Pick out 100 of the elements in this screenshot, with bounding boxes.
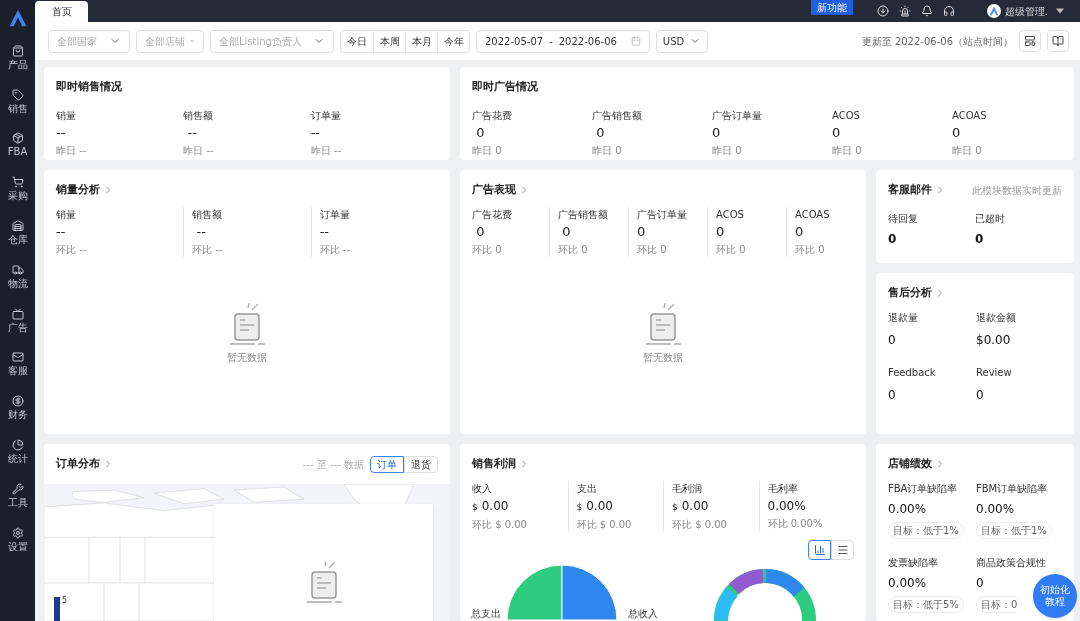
sidebar-item[interactable]: 仓库 (0, 211, 35, 255)
metric-value: $0.00 (976, 331, 1012, 349)
layout-icon[interactable] (1024, 35, 1036, 47)
download-icon[interactable] (876, 5, 889, 17)
mail-icon (11, 351, 24, 364)
headset-icon[interactable] (942, 5, 955, 17)
metric-label: FBM订单缺陷率 (976, 481, 1048, 496)
metric-label: 退款金额 (976, 310, 1017, 325)
truck-icon (11, 263, 24, 276)
bar-chart-icon[interactable] (813, 543, 826, 556)
book-button[interactable] (1047, 30, 1069, 52)
sidebar-item[interactable]: 物流 (0, 255, 35, 299)
metric-label: 销售额 (183, 108, 215, 123)
metric-value: 0.00% (888, 500, 927, 518)
metric-label: 已超时 (975, 211, 1006, 226)
metric-comparison: 环比 $ 0.00 (472, 517, 528, 532)
sidebar-item[interactable]: FBA (0, 123, 35, 168)
metric-value: -- (56, 124, 67, 141)
metric-label: ACOS (832, 108, 861, 123)
metric-label: 支出 (576, 481, 598, 496)
logo-icon (988, 6, 999, 16)
card-title[interactable]: 客服邮件 (888, 182, 932, 199)
metric-value: -- (186, 124, 198, 141)
new-feature-badge[interactable]: 新功能 (810, 0, 853, 15)
card-title: 即时销售情况 (56, 79, 122, 95)
metric-comparison: 环比 -- (192, 242, 224, 257)
sidebar-item[interactable]: 客服 (0, 342, 35, 387)
metric-value: 0 (595, 124, 606, 141)
chart-view-button[interactable] (808, 539, 831, 560)
metric-value: $ 0.00 (576, 497, 614, 515)
metric-label: 广告花费 (472, 108, 513, 123)
sidebar-item[interactable]: 产品 (0, 36, 35, 80)
coin-icon (11, 395, 24, 408)
card-title[interactable]: 店铺绩效 (888, 456, 932, 473)
metric-label: 毛利率 (767, 481, 799, 496)
metric-comparison: 环比 -- (319, 242, 352, 257)
sidebar-item[interactable]: 工具 (0, 473, 35, 518)
metric-value: 0 (475, 124, 486, 141)
metric-value: 0 (637, 223, 647, 240)
logo-icon (7, 8, 28, 28)
card-title[interactable]: 订单分布 (56, 455, 100, 473)
metric-value: 0 (712, 124, 722, 141)
metric-comparison: 昨日 0 (592, 143, 623, 158)
metric-label: 广告订单量 (712, 108, 763, 123)
sidebar-item[interactable]: 采购 (0, 167, 35, 212)
metric-label: 广告销售额 (592, 108, 643, 123)
metric-comparison: 环比 0 (472, 242, 503, 257)
list-view-button[interactable] (831, 539, 854, 560)
metric-value: $ 0.00 (472, 497, 510, 515)
page-tab[interactable]: 首页 (35, 1, 88, 22)
card-title[interactable]: 销售利润 (472, 456, 516, 473)
metric-comparison: 环比 0 (795, 242, 826, 257)
alarm-icon[interactable] (898, 5, 911, 17)
metric-label: ACOAS (795, 207, 831, 222)
metric-value: -- (195, 223, 207, 240)
metric-label: FBA订单缺陷率 (888, 481, 958, 496)
period-button[interactable]: 今年 (437, 30, 469, 52)
settings-icon (11, 526, 24, 539)
currency-select[interactable]: USD (655, 29, 708, 53)
avatar[interactable] (986, 4, 1001, 18)
metric-label: Feedback (888, 365, 937, 380)
metric-label: 销售额 (192, 207, 224, 222)
sidebar-item[interactable]: 广告 (0, 298, 35, 343)
metric-comparison: 环比 0.00% (767, 516, 824, 531)
bag-icon (11, 44, 24, 57)
sidebar-item[interactable]: 财务 (0, 386, 35, 431)
card-title[interactable]: 广告表现 (472, 182, 516, 199)
list-icon[interactable] (836, 543, 849, 556)
metric-label: 销量 (56, 207, 77, 222)
metric-value: 0 (832, 124, 842, 141)
metric-value: 0 (952, 124, 962, 141)
card-title[interactable]: 售后分析 (888, 285, 932, 302)
sidebar-item[interactable]: 统计 (0, 430, 35, 474)
metric-label: 订单量 (319, 207, 351, 222)
metric-comparison: 昨日 -- (310, 143, 343, 158)
layout-button[interactable] (1019, 30, 1041, 52)
date-range-field[interactable]: 2022-05-07 - 2022-06-06 (476, 29, 650, 53)
metric-value: 0 (475, 223, 486, 240)
metric-value: 0 (976, 386, 985, 404)
empty-document-icon (227, 301, 267, 346)
legend-bar (54, 597, 60, 621)
book-icon[interactable] (1052, 35, 1064, 47)
metric-label: ACOS (716, 207, 745, 222)
metric-value: -- (310, 124, 322, 141)
chart-label: 总支出 (471, 606, 501, 621)
chart-label: 总收入 (628, 606, 658, 621)
metric-label: 销量 (56, 108, 77, 123)
metric-label: 广告销售额 (558, 207, 609, 222)
metric-comparison: 环比 0 (716, 242, 747, 257)
caret-icon[interactable] (1056, 8, 1064, 14)
metric-label: 发票缺陷率 (888, 555, 938, 570)
toggle-button[interactable]: 退货 (404, 455, 438, 473)
card-title[interactable]: 销量分析 (56, 182, 100, 199)
pie-icon (11, 439, 24, 452)
sidebar-item[interactable]: 设置 (0, 517, 35, 562)
bell-icon[interactable] (920, 5, 933, 17)
user-name[interactable]: 超级管理. (1004, 3, 1048, 19)
toggle-button[interactable]: 订单 (370, 455, 404, 473)
sidebar-item[interactable]: 销售 (0, 79, 35, 124)
card-title: 即时广告情况 (472, 79, 538, 95)
